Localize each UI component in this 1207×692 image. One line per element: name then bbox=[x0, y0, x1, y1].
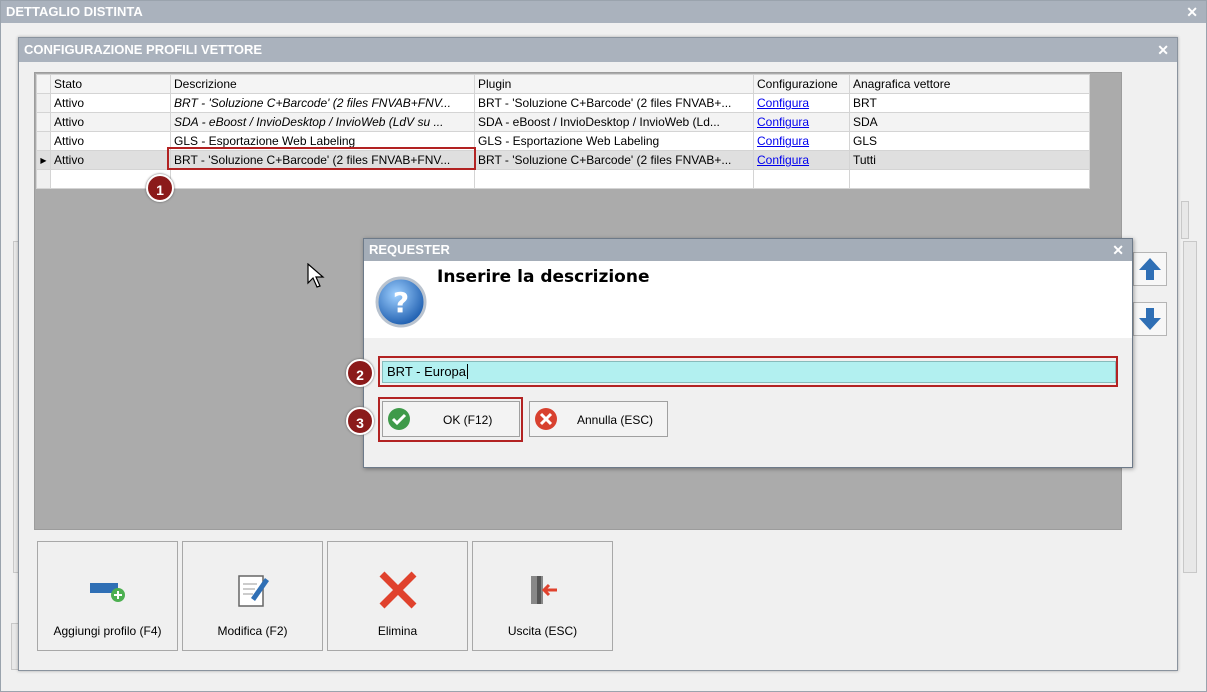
step-marker-3: 3 bbox=[346, 407, 374, 435]
question-icon: ? bbox=[375, 276, 427, 328]
edit-button[interactable]: Modifica (F2) bbox=[182, 541, 323, 651]
column-header-descrizione[interactable]: Descrizione bbox=[170, 74, 475, 94]
highlight-description-cell bbox=[167, 147, 476, 170]
cell-plugin[interactable]: BRT - 'Soluzione C+Barcode' (2 files FNV… bbox=[474, 93, 754, 113]
cell-configurazione[interactable]: Configura bbox=[753, 150, 850, 170]
add-profile-button[interactable]: Aggiungi profilo (F4) bbox=[37, 541, 178, 651]
cell-anagrafica[interactable]: GLS bbox=[849, 131, 1090, 151]
column-header-anagrafica[interactable]: Anagrafica vettore bbox=[849, 74, 1090, 94]
profiles-table: Stato Descrizione Plugin Configurazione … bbox=[36, 74, 1090, 189]
outer-title: DETTAGLIO DISTINTA bbox=[6, 4, 143, 19]
dialog-title: CONFIGURAZIONE PROFILI VETTORE bbox=[24, 42, 263, 57]
cell-stato[interactable]: Attivo bbox=[50, 112, 171, 132]
table-row[interactable]: Attivo SDA - eBoost / InvioDesktop / Inv… bbox=[36, 112, 1090, 132]
row-selector[interactable] bbox=[36, 169, 51, 189]
cancel-label: Annulla (ESC) bbox=[577, 413, 654, 427]
configura-link[interactable]: Configura bbox=[757, 115, 809, 129]
table-header: Stato Descrizione Plugin Configurazione … bbox=[36, 74, 1090, 94]
row-selector[interactable] bbox=[36, 93, 51, 113]
cell-stato[interactable]: Attivo bbox=[50, 93, 171, 113]
move-down-button[interactable] bbox=[1133, 302, 1167, 336]
delete-button[interactable]: Elimina bbox=[327, 541, 468, 651]
requester-prompt: Inserire la descrizione bbox=[437, 267, 650, 287]
mouse-cursor-icon bbox=[307, 263, 325, 288]
cell-anagrafica[interactable]: BRT bbox=[849, 93, 1090, 113]
cell-descrizione[interactable]: BRT - 'Soluzione C+Barcode' (2 files FNV… bbox=[170, 93, 475, 113]
row-selector[interactable] bbox=[36, 131, 51, 151]
add-profile-icon bbox=[38, 570, 177, 610]
add-profile-label: Aggiungi profilo (F4) bbox=[53, 624, 162, 638]
dialog-titlebar: CONFIGURAZIONE PROFILI VETTORE ✕ bbox=[19, 38, 1177, 62]
table-row-new[interactable] bbox=[36, 169, 1090, 189]
requester-dialog: REQUESTER ✕ ? Inserire la descrizione BR… bbox=[346, 238, 1133, 468]
cell-configurazione[interactable]: Configura bbox=[753, 112, 850, 132]
cell-anagrafica[interactable]: Tutti bbox=[849, 150, 1090, 170]
cell-anagrafica[interactable]: SDA bbox=[849, 112, 1090, 132]
delete-icon bbox=[328, 570, 467, 610]
cell-configurazione[interactable]: Configura bbox=[753, 131, 850, 151]
outer-background-panel-right bbox=[1183, 241, 1197, 573]
step-marker-2: 2 bbox=[346, 359, 374, 387]
arrow-up-icon bbox=[1139, 258, 1161, 280]
requester-close-icon[interactable]: ✕ bbox=[1112, 239, 1124, 261]
table-row[interactable]: Attivo BRT - 'Soluzione C+Barcode' (2 fi… bbox=[36, 93, 1090, 113]
move-up-button[interactable] bbox=[1133, 252, 1167, 286]
exit-door-icon bbox=[473, 570, 612, 610]
requester-header: ? Inserire la descrizione bbox=[364, 261, 1132, 338]
edit-icon bbox=[183, 570, 322, 610]
cell-stato[interactable]: Attivo bbox=[50, 131, 171, 151]
cancel-icon bbox=[535, 408, 557, 430]
outer-close-icon[interactable]: ✕ bbox=[1186, 1, 1198, 23]
svg-text:?: ? bbox=[393, 286, 409, 319]
cell-plugin[interactable]: GLS - Esportazione Web Labeling bbox=[474, 131, 754, 151]
row-selector[interactable] bbox=[36, 112, 51, 132]
dialog-close-icon[interactable]: ✕ bbox=[1157, 38, 1169, 62]
highlight-input bbox=[378, 356, 1118, 387]
cell-descrizione[interactable]: SDA - eBoost / InvioDesktop / InvioWeb (… bbox=[170, 112, 475, 132]
cell-plugin[interactable]: SDA - eBoost / InvioDesktop / InvioWeb (… bbox=[474, 112, 754, 132]
arrow-down-icon bbox=[1139, 308, 1161, 330]
exit-label: Uscita (ESC) bbox=[507, 624, 578, 638]
exit-button[interactable]: Uscita (ESC) bbox=[472, 541, 613, 651]
outer-background-control bbox=[1181, 201, 1189, 239]
configura-link[interactable]: Configura bbox=[757, 134, 809, 148]
configura-link[interactable]: Configura bbox=[757, 96, 809, 110]
highlight-ok-button bbox=[378, 397, 523, 442]
cell-plugin[interactable]: BRT - 'Soluzione C+Barcode' (2 files FNV… bbox=[474, 150, 754, 170]
header-selector bbox=[36, 74, 51, 94]
column-header-configurazione[interactable]: Configurazione bbox=[753, 74, 850, 94]
cell-stato[interactable]: Attivo bbox=[50, 150, 171, 170]
requester-titlebar: REQUESTER ✕ bbox=[364, 239, 1132, 261]
cell-configurazione[interactable]: Configura bbox=[753, 93, 850, 113]
step-marker-1: 1 bbox=[146, 174, 174, 202]
outer-titlebar: DETTAGLIO DISTINTA ✕ bbox=[1, 1, 1206, 23]
row-pointer-icon[interactable]: ▶ bbox=[36, 150, 51, 170]
configura-link[interactable]: Configura bbox=[757, 153, 809, 167]
column-header-stato[interactable]: Stato bbox=[50, 74, 171, 94]
requester-title: REQUESTER bbox=[369, 242, 450, 257]
cancel-button[interactable]: Annulla (ESC) bbox=[529, 401, 668, 437]
delete-label: Elimina bbox=[377, 624, 418, 638]
column-header-plugin[interactable]: Plugin bbox=[474, 74, 754, 94]
edit-label: Modifica (F2) bbox=[217, 624, 288, 638]
